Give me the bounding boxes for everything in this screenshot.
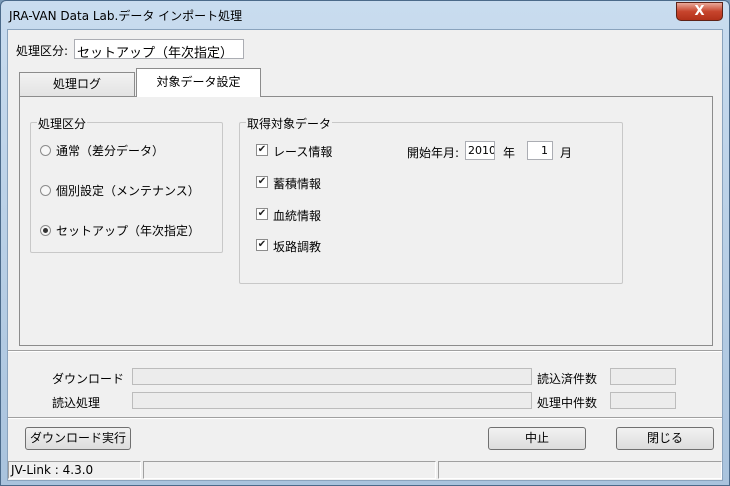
stop-button-label: 中止 xyxy=(524,431,549,445)
radio-normal-label[interactable]: 通常（差分データ） xyxy=(56,142,164,159)
radio-setup-label[interactable]: セットアップ（年次指定） xyxy=(56,222,200,239)
close-icon: X xyxy=(694,4,705,19)
close-window-button[interactable]: X xyxy=(676,2,723,21)
tab-target-data[interactable]: 対象データ設定 xyxy=(136,68,261,97)
processing-count-value xyxy=(610,392,676,409)
status-cell-2 xyxy=(143,461,436,479)
client-area: 処理区分: セットアップ（年次指定） 処理ログ 対象データ設定 処理区分 通常（… xyxy=(7,29,723,481)
tab-process-log[interactable]: 処理ログ xyxy=(19,72,135,96)
check-slope-training-label[interactable]: 坂路調教 xyxy=(273,238,321,255)
mode-group: 処理区分 通常（差分データ） 個別設定（メンテナンス） セットアップ（年次指定） xyxy=(30,115,223,253)
radio-setup[interactable] xyxy=(40,225,51,236)
read-count-value xyxy=(610,368,676,385)
radio-normal[interactable] xyxy=(40,145,51,156)
radio-individual-label[interactable]: 個別設定（メンテナンス） xyxy=(56,182,200,199)
process-type-label: 処理区分: xyxy=(16,44,69,58)
process-type-value: セットアップ（年次指定） xyxy=(77,46,234,61)
radio-individual[interactable] xyxy=(40,185,51,196)
data-group: 取得対象データ ✔ レース情報 ✔ 蓄積情報 ✔ 血統情報 ✔ 坂路調教 開始年… xyxy=(239,115,623,284)
download-progress-bar xyxy=(132,368,532,385)
read-count-label: 読込済件数 xyxy=(537,372,598,386)
check-pedigree-info-label[interactable]: 血統情報 xyxy=(273,207,321,224)
check-race-info-label[interactable]: レース情報 xyxy=(273,143,332,160)
status-cell-3 xyxy=(438,461,722,479)
download-button-label: ダウンロード実行 xyxy=(29,431,126,445)
check-race-info[interactable]: ✔ xyxy=(256,144,268,156)
check-accumulated-info-label[interactable]: 蓄積情報 xyxy=(273,175,321,192)
tab-process-log-label: 処理ログ xyxy=(52,77,101,91)
close-button[interactable]: 閉じる xyxy=(616,427,714,450)
start-year-input[interactable]: 2010 xyxy=(465,141,495,160)
start-month-input[interactable]: 1 xyxy=(527,141,553,160)
download-progress-label: ダウンロード xyxy=(52,372,125,386)
year-unit: 年 xyxy=(503,146,516,160)
start-date-label: 開始年月: xyxy=(407,146,460,160)
download-button[interactable]: ダウンロード実行 xyxy=(25,427,131,450)
read-progress-bar xyxy=(132,392,532,409)
start-year-value: 2010 xyxy=(468,144,495,157)
mode-group-title: 処理区分 xyxy=(37,115,88,132)
app-window: JRA-VAN Data Lab.データ インポート処理 X 処理区分: セット… xyxy=(0,0,730,486)
processing-count-label: 処理中件数 xyxy=(537,396,598,410)
tab-panel: 処理区分 通常（差分データ） 個別設定（メンテナンス） セットアップ（年次指定）… xyxy=(19,96,713,346)
separator-bottom xyxy=(8,417,722,419)
tab-target-data-label: 対象データ設定 xyxy=(156,75,241,89)
start-month-value: 1 xyxy=(541,144,548,157)
window-title: JRA-VAN Data Lab.データ インポート処理 xyxy=(9,9,243,23)
status-version-cell: JV-Link : 4.3.0 xyxy=(8,461,141,479)
process-type-field: セットアップ（年次指定） xyxy=(74,39,244,61)
read-progress-label: 読込処理 xyxy=(52,396,101,410)
data-group-title: 取得対象データ xyxy=(246,115,333,132)
close-button-label: 閉じる xyxy=(646,431,683,445)
status-version: JV-Link : 4.3.0 xyxy=(11,463,94,477)
month-unit: 月 xyxy=(560,146,573,160)
check-slope-training[interactable]: ✔ xyxy=(256,239,268,251)
title-bar[interactable]: JRA-VAN Data Lab.データ インポート処理 X xyxy=(1,1,729,29)
separator-top xyxy=(8,350,722,352)
check-accumulated-info[interactable]: ✔ xyxy=(256,176,268,188)
stop-button[interactable]: 中止 xyxy=(488,427,586,450)
check-pedigree-info[interactable]: ✔ xyxy=(256,208,268,220)
